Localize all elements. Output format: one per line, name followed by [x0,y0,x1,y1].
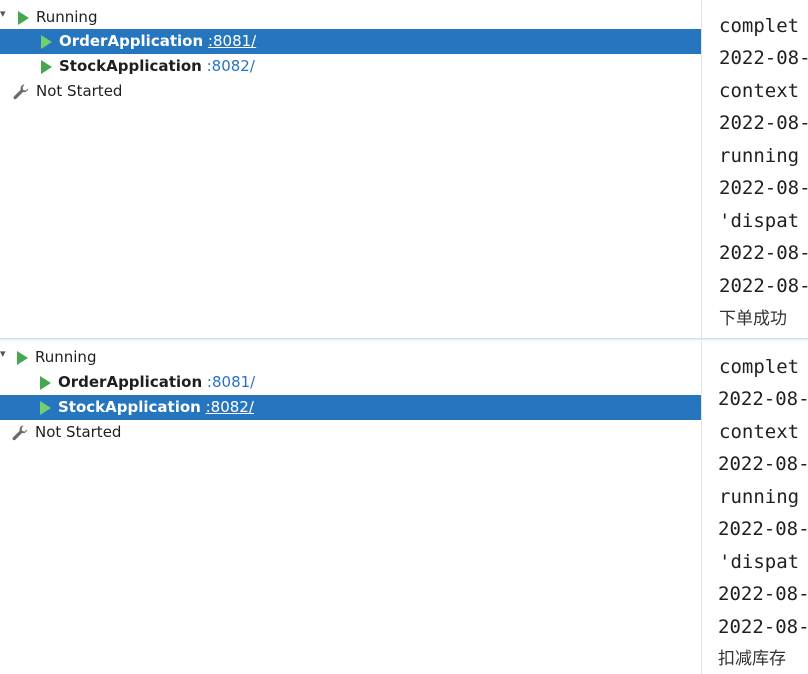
play-icon [40,376,51,390]
tree-group-running[interactable]: ▾ Running [0,5,701,30]
app-name: StockApplication [58,398,201,416]
console-line: 下单成功 [719,309,787,329]
services-tree: ⌐ ◦ ◦ ◦ ▾ Running OrderApplication :8081… [0,0,701,338]
group-label: Running [36,8,98,26]
tree-item-stock-application[interactable]: StockApplication :8082/ [0,395,701,420]
console-line: 扣减库存 [718,649,786,669]
console-line: 2022-08- [719,177,808,199]
console-line: 'dispat [719,210,800,232]
console-line: complet [719,15,800,37]
wrench-icon [13,84,29,100]
console-output[interactable]: complet 2022-08- context 2022-08- runnin… [701,341,808,674]
console-line: complet [719,356,800,378]
tree-item-order-application[interactable]: OrderApplication :8081/ [0,370,701,395]
console-line: 2022-08- [719,47,808,69]
not-started-label: Not Started [35,423,122,441]
wrench-icon [12,425,28,441]
play-icon [41,35,52,49]
console-line: 2022-08- [718,583,808,605]
play-icon [41,60,52,74]
console-line: context [719,80,800,102]
console-line: 'dispat [719,551,800,573]
console-line: context [719,421,800,443]
port-link[interactable]: :8081/ [207,373,255,391]
tree-item-order-application[interactable]: OrderApplication :8081/ [0,29,701,54]
cut-off-row: ⌐ ◦ ◦ ◦ [6,341,59,347]
console-line: running [719,145,800,167]
services-panel-1: ⌐ ◦ ◦ ◦ ▾ Running OrderApplication :8081… [0,0,808,338]
console-line: 2022-08- [718,388,808,410]
console-line: 2022-08- [718,453,808,475]
cut-off-row: ⌐ ◦ ◦ ◦ [6,0,59,6]
tree-group-running[interactable]: ▾ Running [0,345,701,370]
tree-item-stock-application[interactable]: StockApplication :8082/ [0,54,701,79]
group-label: Running [35,348,97,366]
app-name: StockApplication [59,57,202,75]
console-line: running [719,486,800,508]
port-link[interactable]: :8081/ [208,32,256,50]
app-name: OrderApplication [59,32,204,50]
console-line: 2022-08- [718,616,808,638]
port-link[interactable]: :8082/ [207,57,255,75]
play-icon [18,11,29,25]
tree-group-not-started[interactable]: Not Started [0,420,701,445]
services-tree: ⌐ ◦ ◦ ◦ ▾ Running OrderApplication :8081… [0,341,701,674]
port-link[interactable]: :8082/ [206,398,254,416]
console-output[interactable]: complet 2022-08- context 2022-08- runnin… [701,0,808,338]
not-started-label: Not Started [36,82,123,100]
console-line: 2022-08- [719,112,808,134]
chevron-down-icon[interactable]: ▾ [0,7,6,20]
console-line: 2022-08- [718,518,808,540]
play-icon [40,401,51,415]
services-panel-2: ⌐ ◦ ◦ ◦ ▾ Running OrderApplication :8081… [0,341,808,674]
console-line: 2022-08- [719,242,808,264]
play-icon [17,351,28,365]
app-name: OrderApplication [58,373,203,391]
chevron-down-icon[interactable]: ▾ [0,347,6,360]
tree-group-not-started[interactable]: Not Started [0,79,701,104]
console-line: 2022-08- [719,275,808,297]
